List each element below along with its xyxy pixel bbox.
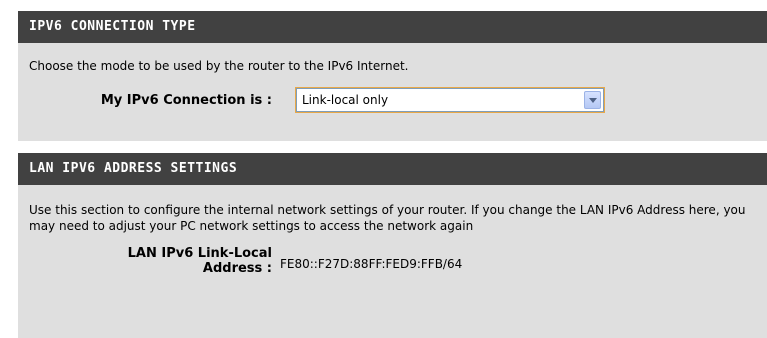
connection-type-description: Choose the mode to be used by the router… — [29, 59, 409, 73]
chevron-down-icon[interactable] — [584, 91, 601, 109]
link-local-address-value: FE80::F27D:88FF:FED9:FFB/64 — [280, 257, 463, 271]
connection-type-body: Choose the mode to be used by the router… — [18, 43, 767, 116]
connection-type-label: My IPv6 Connection is : — [100, 93, 272, 108]
link-local-label-line1: LAN IPv6 Link-Local — [127, 246, 272, 261]
lan-ipv6-address-body: Use this section to configure the intern… — [18, 185, 767, 286]
lan-ipv6-address-section: LAN IPV6 ADDRESS SETTINGS Use this secti… — [18, 153, 767, 338]
connection-type-selected-value: Link-local only — [302, 93, 389, 107]
link-local-label-line2: Address : — [202, 261, 272, 276]
router-settings-page: IPV6 CONNECTION TYPE Choose the mode to … — [0, 0, 767, 338]
lan-ipv6-description: Use this section to configure the intern… — [29, 203, 746, 233]
lan-ipv6-address-header: LAN IPV6 ADDRESS SETTINGS — [18, 153, 767, 185]
link-local-row: LAN IPv6 Link-Local Address : FE80::F27D… — [29, 246, 757, 286]
connection-type-section: IPV6 CONNECTION TYPE Choose the mode to … — [18, 11, 767, 141]
connection-type-header: IPV6 CONNECTION TYPE — [18, 11, 767, 43]
link-local-label: LAN IPv6 Link-Local Address : — [29, 246, 272, 276]
connection-type-row: My IPv6 Connection is : Link-local only — [29, 86, 757, 116]
connection-type-select[interactable]: Link-local only — [295, 87, 605, 113]
